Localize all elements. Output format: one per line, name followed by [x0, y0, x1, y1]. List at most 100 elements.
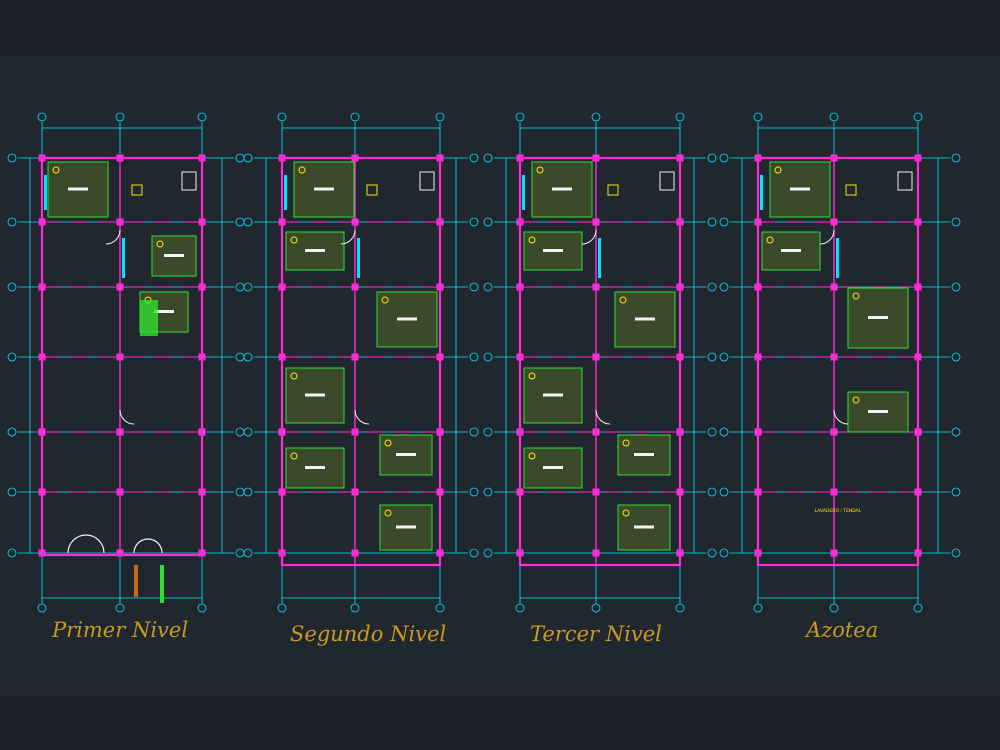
structural-column — [592, 428, 600, 436]
grid-bubble — [243, 352, 253, 362]
exterior-wall — [756, 156, 920, 567]
structural-column — [116, 218, 124, 226]
grid-bubble — [719, 352, 729, 362]
grid-bubble — [719, 217, 729, 227]
planter — [140, 300, 158, 336]
grid-bubble — [435, 603, 445, 613]
stove-symbol — [897, 171, 913, 191]
grid-bubble — [707, 153, 717, 163]
structural-column — [198, 218, 206, 226]
structural-column — [914, 283, 922, 291]
grid-bubble — [675, 603, 685, 613]
grid-bubble — [483, 282, 493, 292]
window — [122, 238, 125, 278]
structural-column — [914, 488, 922, 496]
structural-column — [830, 283, 838, 291]
fixture-symbol — [131, 184, 143, 196]
structural-column — [38, 218, 46, 226]
grid-bubble — [469, 282, 479, 292]
structural-column — [754, 488, 762, 496]
grid-bubble — [515, 112, 525, 122]
floor-plan-3 — [483, 112, 717, 613]
floor-plan-2 — [243, 112, 479, 613]
structural-column — [116, 154, 124, 162]
structural-column — [436, 154, 444, 162]
grid-bubble — [243, 548, 253, 558]
structural-column — [754, 353, 762, 361]
structural-column — [198, 353, 206, 361]
structural-column — [516, 353, 524, 361]
structural-column — [351, 428, 359, 436]
grid-bubble — [243, 282, 253, 292]
structural-column — [351, 488, 359, 496]
plan-title-tercer-nivel: Tercer Nivel — [530, 622, 662, 646]
room-label — [790, 187, 810, 191]
grid-bubble — [913, 603, 923, 613]
structural-column — [830, 154, 838, 162]
structural-column — [436, 353, 444, 361]
grid-bubble — [483, 548, 493, 558]
exterior-wall — [280, 156, 442, 567]
grid-bubble — [469, 427, 479, 437]
structural-column — [516, 154, 524, 162]
grid-bubble — [515, 603, 525, 613]
structural-column — [38, 154, 46, 162]
room-label — [868, 410, 888, 413]
roof-laundry-note: LAVADERO / TENDAL — [815, 508, 862, 514]
structural-column — [830, 549, 838, 557]
structural-column — [351, 283, 359, 291]
grid-bubble — [469, 153, 479, 163]
structural-column — [278, 488, 286, 496]
structural-column — [754, 218, 762, 226]
grid-bubble — [37, 603, 47, 613]
grid-bubble — [591, 603, 601, 613]
door-swing — [354, 409, 370, 425]
grid-bubble — [707, 282, 717, 292]
structural-column — [676, 283, 684, 291]
room-label — [634, 453, 654, 456]
grid-bubble — [707, 487, 717, 497]
structural-column — [278, 283, 286, 291]
fixture-symbol — [845, 184, 857, 196]
grid-bubble — [469, 487, 479, 497]
grid-bubble — [7, 282, 17, 292]
structural-column — [516, 218, 524, 226]
grid-bubble — [469, 352, 479, 362]
entrance-door — [67, 534, 105, 554]
plan-title-azotea: Azotea — [806, 618, 879, 642]
structural-column — [914, 218, 922, 226]
structural-column — [516, 428, 524, 436]
structural-column — [278, 154, 286, 162]
grid-bubble — [115, 112, 125, 122]
structural-column — [592, 154, 600, 162]
grid-bubble — [243, 153, 253, 163]
cad-drawing-canvas: LAVADERO / TENDAL Primer Nivel Segundo N… — [0, 0, 1000, 750]
structural-column — [198, 428, 206, 436]
structural-column — [278, 218, 286, 226]
structural-column — [592, 218, 600, 226]
grid-bubble — [7, 487, 17, 497]
grid-bubble — [483, 153, 493, 163]
structural-column — [754, 549, 762, 557]
grid-bubble — [707, 217, 717, 227]
room-label — [543, 466, 563, 469]
structural-column — [676, 549, 684, 557]
structural-column — [116, 428, 124, 436]
room-label — [396, 525, 416, 529]
grid-bubble — [753, 603, 763, 613]
room-label — [543, 393, 563, 397]
grid-bubble — [829, 603, 839, 613]
grid-bubble — [115, 603, 125, 613]
grid-bubble — [277, 112, 287, 122]
door-swing — [119, 409, 135, 425]
grid-bubble — [7, 352, 17, 362]
grid-bubble — [469, 548, 479, 558]
structural-column — [592, 488, 600, 496]
grid-bubble — [435, 112, 445, 122]
grid-bubble — [243, 487, 253, 497]
structural-column — [516, 549, 524, 557]
window — [357, 238, 360, 278]
room-label — [68, 187, 88, 191]
structural-column — [278, 549, 286, 557]
structural-column — [198, 283, 206, 291]
